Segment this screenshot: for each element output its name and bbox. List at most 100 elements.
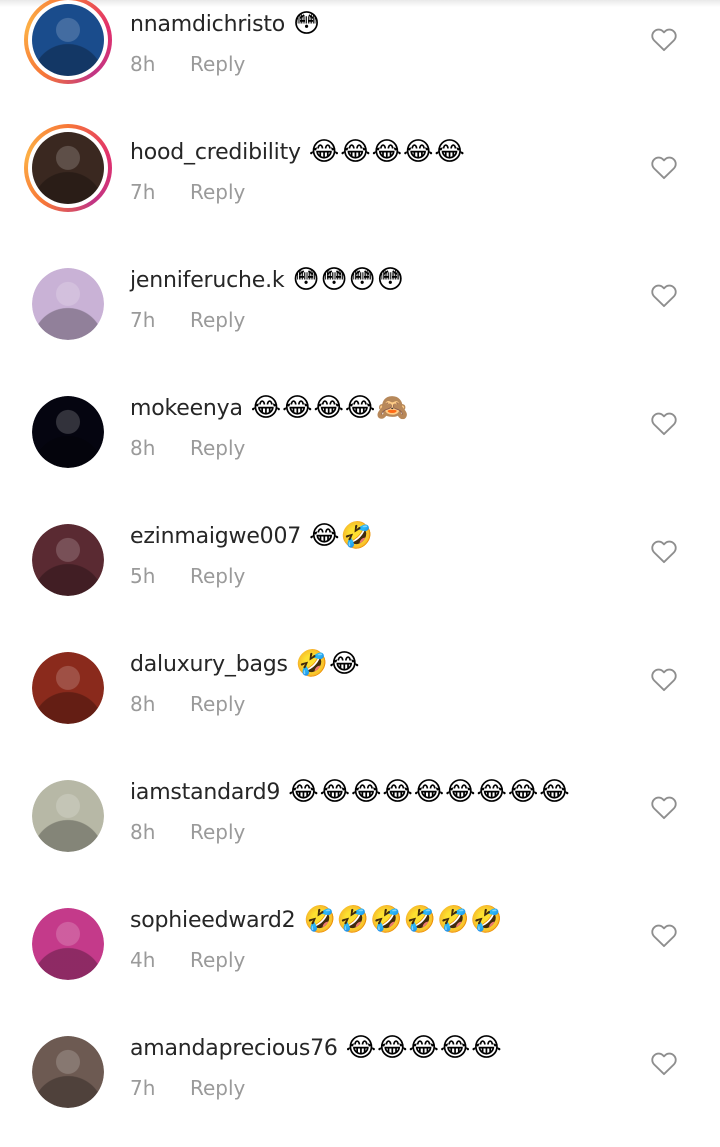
comment-body: 😂😂😂😂🙈 <box>250 393 410 423</box>
comment-row: iamstandard9 😂😂😂😂😂😂😂😂😂 8h Reply <box>0 764 720 892</box>
comment-body: 🤣🤣🤣🤣🤣🤣 <box>303 905 504 935</box>
comment-text-block: daluxury_bags 🤣😂 8h Reply <box>130 644 361 722</box>
comment-meta: 8h Reply <box>130 430 410 466</box>
comment-header: mokeenya 😂😂😂😂🙈 <box>130 388 410 428</box>
comment-body: 😂🤣 <box>309 521 374 551</box>
username-link[interactable]: amandaprecious76 <box>130 1036 338 1061</box>
comment-text-block: sophieedward2 🤣🤣🤣🤣🤣🤣 4h Reply <box>130 900 504 978</box>
avatar-image <box>32 908 104 980</box>
comment-body: 😳 <box>293 9 322 39</box>
avatar[interactable] <box>32 780 104 852</box>
heart-outline-icon[interactable] <box>650 666 678 692</box>
comment-text-block: ezinmaigwe007 😂🤣 5h Reply <box>130 516 374 594</box>
reply-button[interactable]: Reply <box>190 820 245 844</box>
reply-button[interactable]: Reply <box>190 436 245 460</box>
comment-row: nnamdichristo 😳 8h Reply <box>0 0 720 124</box>
avatar[interactable] <box>32 652 104 724</box>
comment-body: 😂😂😂😂😂 <box>345 1033 503 1063</box>
heart-outline-icon[interactable] <box>650 410 678 436</box>
username-link[interactable]: iamstandard9 <box>130 780 280 805</box>
comment-meta: 7h Reply <box>130 1070 503 1106</box>
avatar-image <box>32 1036 104 1108</box>
avatar[interactable] <box>32 268 104 340</box>
comment-header: amandaprecious76 😂😂😂😂😂 <box>130 1028 503 1068</box>
comment-row: amandaprecious76 😂😂😂😂😂 7h Reply <box>0 1020 720 1147</box>
avatar-image <box>32 652 104 724</box>
reply-button[interactable]: Reply <box>190 564 245 588</box>
reply-button[interactable]: Reply <box>190 948 245 972</box>
comment-text-block: nnamdichristo 😳 8h Reply <box>130 4 321 82</box>
comment-row: sophieedward2 🤣🤣🤣🤣🤣🤣 4h Reply <box>0 892 720 1020</box>
timestamp: 5h <box>130 564 156 588</box>
comment-text-block: mokeenya 😂😂😂😂🙈 8h Reply <box>130 388 410 466</box>
username-link[interactable]: ezinmaigwe007 <box>130 524 301 549</box>
username-link[interactable]: daluxury_bags <box>130 652 288 677</box>
comment-row: daluxury_bags 🤣😂 8h Reply <box>0 636 720 764</box>
comment-header: jenniferuche.k 😳😳😳😳 <box>130 260 405 300</box>
avatar[interactable] <box>32 1036 104 1108</box>
reply-button[interactable]: Reply <box>190 308 245 332</box>
comments-screen: nnamdichristo 😳 8h Reply hood_credibility 😂😂😂… <box>0 0 720 1147</box>
username-link[interactable]: sophieedward2 <box>130 908 296 933</box>
avatar-image <box>32 524 104 596</box>
comment-row: mokeenya 😂😂😂😂🙈 8h Reply <box>0 380 720 508</box>
timestamp: 7h <box>130 1076 156 1100</box>
comment-text-block: iamstandard9 😂😂😂😂😂😂😂😂😂 8h Reply <box>130 772 571 850</box>
avatar-inner-border <box>28 128 108 208</box>
comment-text-block: jenniferuche.k 😳😳😳😳 7h Reply <box>130 260 405 338</box>
avatar[interactable] <box>32 396 104 468</box>
comment-header: hood_credibility 😂😂😂😂😂 <box>130 132 466 172</box>
heart-outline-icon[interactable] <box>650 282 678 308</box>
username-link[interactable]: nnamdichristo <box>130 12 285 37</box>
username-link[interactable]: mokeenya <box>130 396 243 421</box>
comment-header: sophieedward2 🤣🤣🤣🤣🤣🤣 <box>130 900 504 940</box>
avatar-image <box>32 268 104 340</box>
heart-outline-icon[interactable] <box>650 26 678 52</box>
comment-meta: 4h Reply <box>130 942 504 978</box>
comment-body: 😳😳😳😳 <box>292 265 405 295</box>
comment-body: 😂😂😂😂😂 <box>308 137 466 167</box>
timestamp: 7h <box>130 180 156 204</box>
avatar-image <box>32 396 104 468</box>
avatar[interactable] <box>32 908 104 980</box>
heart-outline-icon[interactable] <box>650 538 678 564</box>
reply-button[interactable]: Reply <box>190 1076 245 1100</box>
avatar-image <box>32 4 104 76</box>
comment-header: iamstandard9 😂😂😂😂😂😂😂😂😂 <box>130 772 571 812</box>
comment-meta: 7h Reply <box>130 302 405 338</box>
username-link[interactable]: hood_credibility <box>130 140 301 165</box>
avatar-image <box>32 780 104 852</box>
avatar[interactable] <box>32 524 104 596</box>
comment-text-block: amandaprecious76 😂😂😂😂😂 7h Reply <box>130 1028 503 1106</box>
comment-body: 🤣😂 <box>295 649 361 679</box>
avatar-inner-border <box>28 0 108 80</box>
timestamp: 8h <box>130 692 156 716</box>
avatar-story-ring[interactable] <box>24 124 112 212</box>
avatar-image <box>32 132 104 204</box>
comment-row: ezinmaigwe007 😂🤣 5h Reply <box>0 508 720 636</box>
heart-outline-icon[interactable] <box>650 1050 678 1076</box>
comment-text-block: hood_credibility 😂😂😂😂😂 7h Reply <box>130 132 466 210</box>
comment-body: 😂😂😂😂😂😂😂😂😂 <box>288 777 571 807</box>
comment-meta: 8h Reply <box>130 814 571 850</box>
comment-meta: 5h Reply <box>130 558 374 594</box>
reply-button[interactable]: Reply <box>190 52 245 76</box>
timestamp: 8h <box>130 436 156 460</box>
heart-outline-icon[interactable] <box>650 922 678 948</box>
heart-outline-icon[interactable] <box>650 154 678 180</box>
heart-outline-icon[interactable] <box>650 794 678 820</box>
username-link[interactable]: jenniferuche.k <box>130 268 285 293</box>
comment-row: hood_credibility 😂😂😂😂😂 7h Reply <box>0 124 720 252</box>
timestamp: 8h <box>130 52 156 76</box>
comment-header: ezinmaigwe007 😂🤣 <box>130 516 374 556</box>
reply-button[interactable]: Reply <box>190 180 245 204</box>
timestamp: 7h <box>130 308 156 332</box>
comment-meta: 7h Reply <box>130 174 466 210</box>
comment-meta: 8h Reply <box>130 686 361 722</box>
comment-meta: 8h Reply <box>130 46 321 82</box>
avatar-story-ring[interactable] <box>24 0 112 84</box>
comment-header: nnamdichristo 😳 <box>130 4 321 44</box>
reply-button[interactable]: Reply <box>190 692 245 716</box>
comment-header: daluxury_bags 🤣😂 <box>130 644 361 684</box>
timestamp: 4h <box>130 948 156 972</box>
